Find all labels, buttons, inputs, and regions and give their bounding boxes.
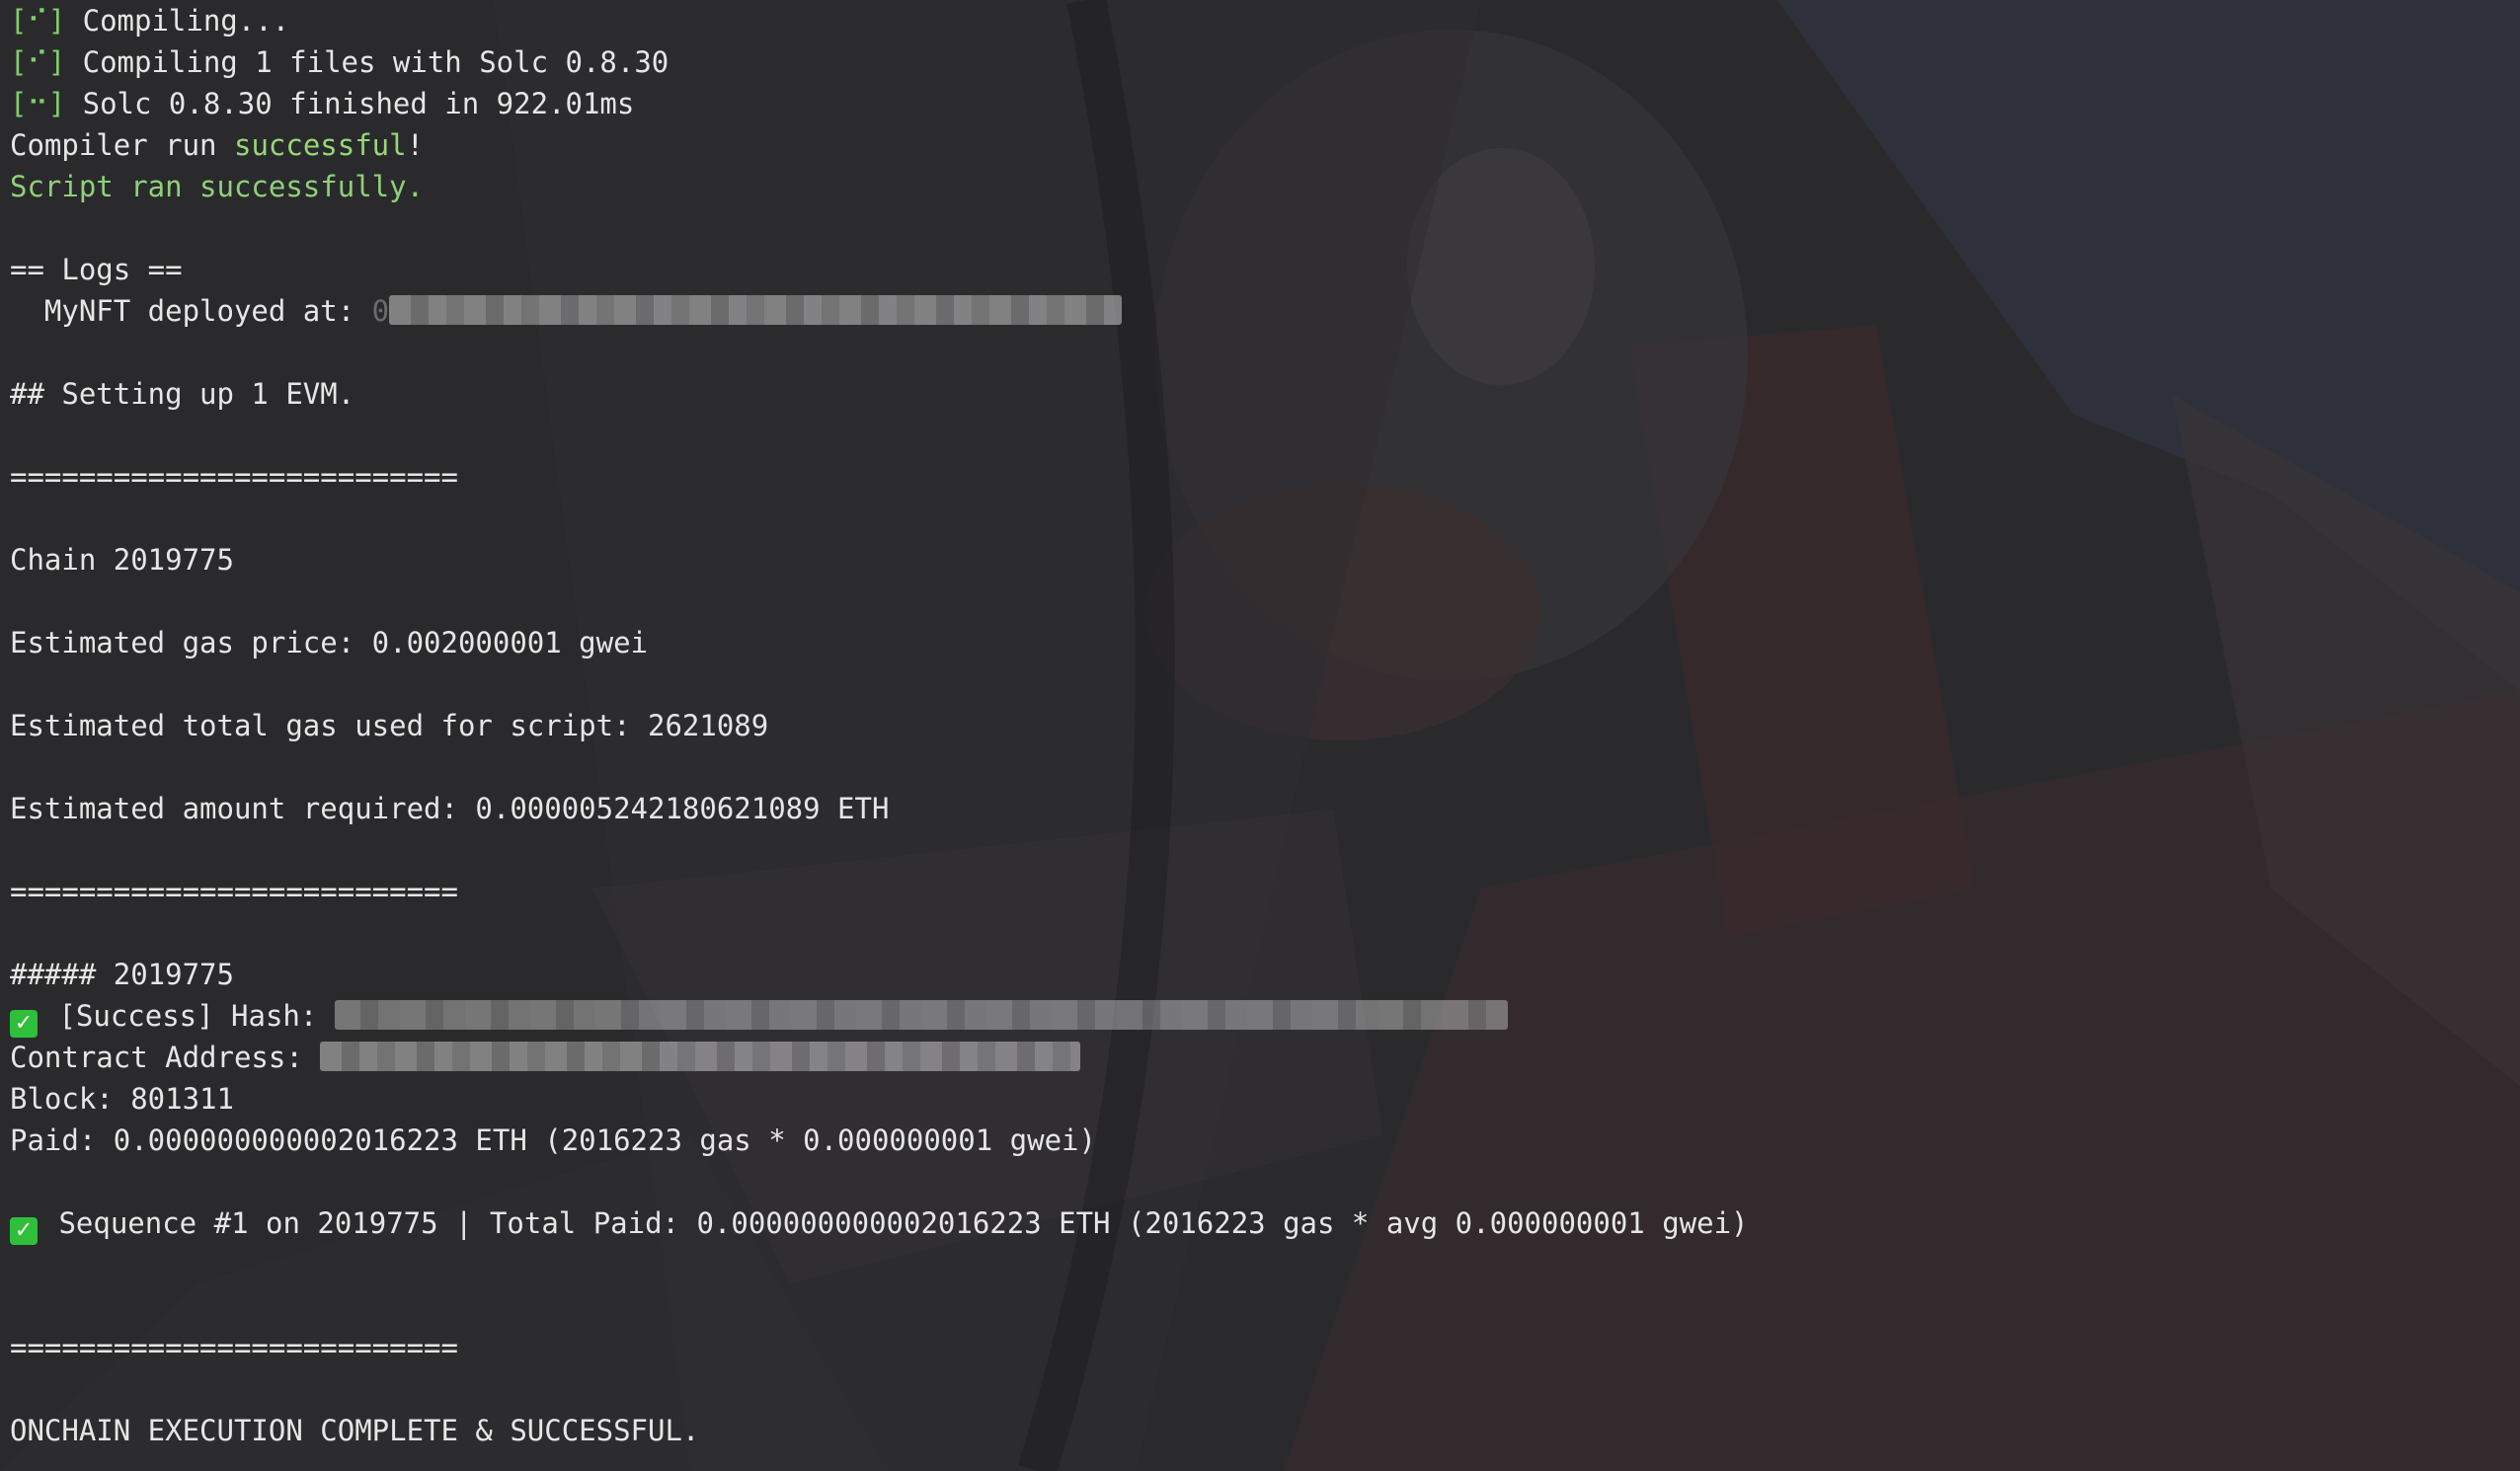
log-line-compiling-files: [⠊] Compiling 1 files with Solc 0.8.30: [10, 45, 669, 79]
log-line-compiling: [⠊] Compiling...: [10, 4, 290, 38]
log-line-deployed-at: MyNFT deployed at: 0: [10, 290, 2520, 332]
log-line-success-hash: ✓ [Success] Hash:: [10, 995, 2520, 1038]
log-line-compiler-run: Compiler run successful!: [10, 128, 425, 162]
spinner-icon: [⠊]: [10, 45, 66, 79]
redacted-deployed-address: [389, 295, 1123, 325]
check-mark-icon: ✓: [10, 1217, 38, 1245]
log-line-script-ran: Script ran successfully.: [10, 170, 425, 203]
log-line-chain-header: ##### 2019775: [10, 958, 234, 991]
log-line-gas-price: Estimated gas price: 0.002000001 gwei: [10, 626, 649, 659]
check-mark-icon: ✓: [10, 1010, 38, 1038]
log-line-chain: Chain 2019775: [10, 543, 234, 577]
logs-header: == Logs ==: [10, 253, 183, 286]
redacted-contract-address: [320, 1042, 1081, 1071]
separator: ==========================: [10, 875, 458, 908]
spinner-icon: [⠊]: [10, 4, 66, 38]
log-line-solc-finished: [⠒] Solc 0.8.30 finished in 922.01ms: [10, 87, 635, 120]
separator: ==========================: [10, 1331, 458, 1364]
log-line-amount-required: Estimated amount required: 0.00000524218…: [10, 792, 890, 825]
log-line-contract-address: Contract Address:: [10, 1037, 2520, 1078]
separator: ==========================: [10, 460, 458, 494]
log-line-complete: ONCHAIN EXECUTION COMPLETE & SUCCESSFUL.: [10, 1414, 700, 1447]
log-line-sequence: ✓ Sequence #1 on 2019775 | Total Paid: 0…: [10, 1202, 2520, 1245]
success-word: successful: [233, 128, 407, 162]
log-line-block: Block: 801311: [10, 1082, 234, 1116]
redacted-transaction-hash: [334, 1000, 1508, 1030]
terminal-window[interactable]: [⠊] Compiling... [⠊] Compiling 1 files w…: [0, 0, 2520, 1471]
log-line-total-gas: Estimated total gas used for script: 262…: [10, 709, 769, 742]
log-line-setting-up: ## Setting up 1 EVM.: [10, 377, 355, 411]
log-line-paid: Paid: 0.000000000002016223 ETH (2016223 …: [10, 1123, 1096, 1157]
spinner-icon: [⠒]: [10, 87, 66, 120]
